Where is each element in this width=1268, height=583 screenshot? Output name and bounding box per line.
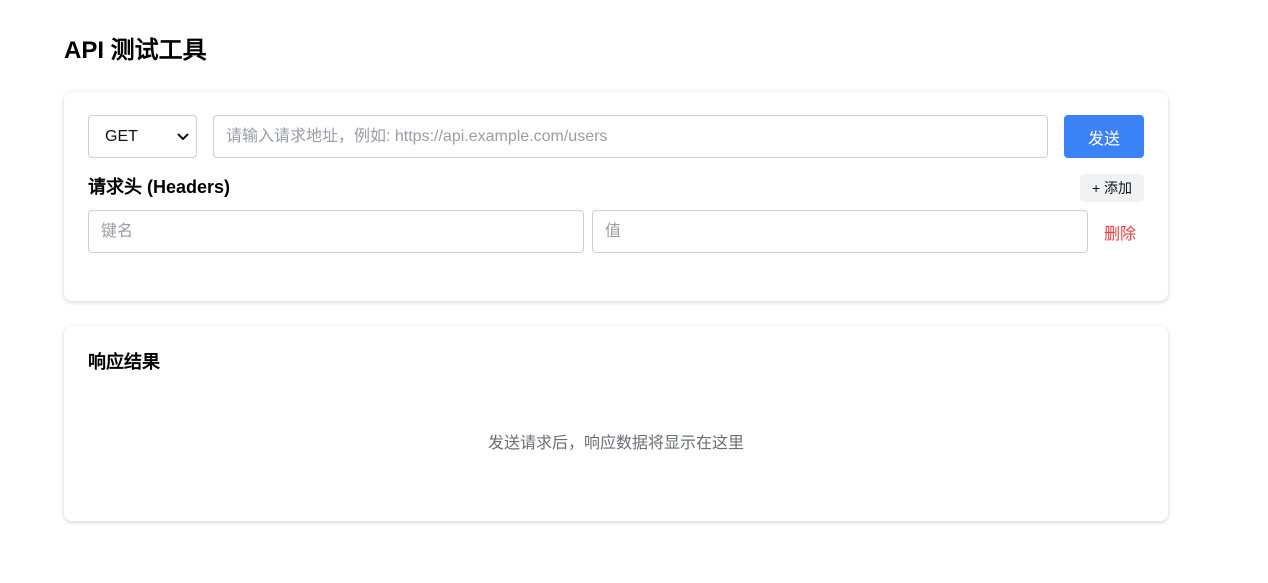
delete-header-button[interactable]: 删除 xyxy=(1096,218,1144,246)
send-button[interactable]: 发送 xyxy=(1064,115,1144,158)
request-card: GET 发送 请求头 (Headers) + 添加 删除 xyxy=(64,92,1168,301)
chevron-down-icon xyxy=(176,130,190,144)
page-title: API 测试工具 xyxy=(64,37,207,64)
header-key-input[interactable] xyxy=(88,210,584,253)
url-input[interactable] xyxy=(213,115,1048,158)
header-value-input[interactable] xyxy=(592,210,1088,253)
method-select-value: GET xyxy=(105,127,138,145)
response-heading: 响应结果 xyxy=(88,352,160,372)
response-card: 响应结果 发送请求后，响应数据将显示在这里 xyxy=(64,326,1168,521)
headers-heading: 请求头 (Headers) xyxy=(88,177,231,197)
add-header-button[interactable]: + 添加 xyxy=(1080,174,1144,202)
response-empty-message: 发送请求后，响应数据将显示在这里 xyxy=(487,435,744,452)
method-select[interactable]: GET xyxy=(88,115,197,158)
api-tester-page: API 测试工具 GET 发送 请求头 (Headers) + 添加 删除 响应… xyxy=(0,0,1268,583)
